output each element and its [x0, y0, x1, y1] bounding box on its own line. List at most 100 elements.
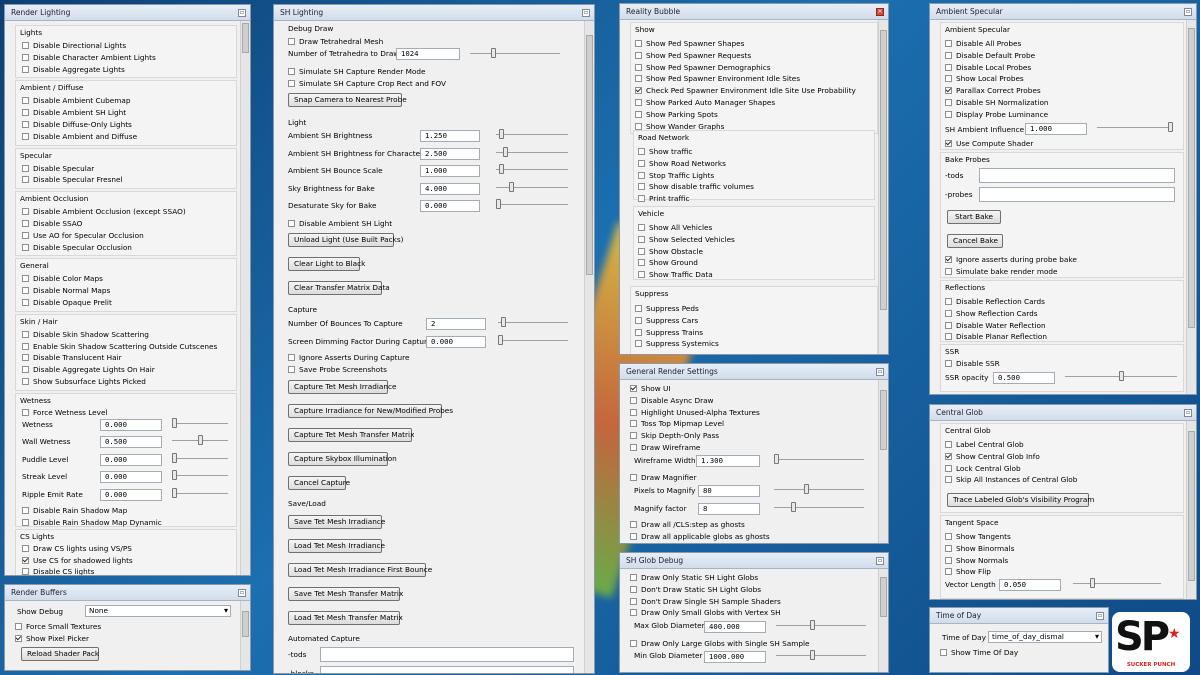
scrollbar-thumb[interactable]: [1188, 28, 1195, 328]
checkbox-item[interactable]: [638, 195, 645, 203]
wetness-slider-thumb[interactable]: [172, 452, 177, 463]
capture-action-button[interactable]: Cancel Capture: [288, 476, 350, 490]
light-action-button[interactable]: Clear Light to Black: [288, 257, 365, 271]
checkbox-item[interactable]: [630, 597, 637, 605]
checkbox-item[interactable]: [945, 110, 952, 118]
checkbox-item[interactable]: [22, 544, 29, 552]
wetness-value-field[interactable]: 0.500: [100, 436, 162, 449]
sim-render-mode-checkbox[interactable]: [288, 68, 295, 75]
checkbox-item[interactable]: [638, 247, 645, 255]
capture-value-field[interactable]: 2: [426, 318, 486, 330]
checkbox-item[interactable]: [635, 51, 642, 59]
panel-menu-icon[interactable]: ▫: [1184, 8, 1192, 16]
vector-length-field[interactable]: 0.050: [999, 579, 1061, 591]
vertical-scrollbar[interactable]: [878, 569, 888, 672]
checkbox-item[interactable]: [22, 556, 29, 564]
checkbox-item[interactable]: [945, 533, 952, 540]
checkbox-item[interactable]: [635, 110, 642, 118]
scrollbar-thumb[interactable]: [880, 30, 887, 310]
checkbox-item[interactable]: [945, 75, 952, 83]
checkbox-item[interactable]: [288, 365, 295, 373]
draw-magnifier-checkbox[interactable]: [630, 474, 637, 481]
checkbox-item[interactable]: [945, 87, 952, 95]
vertical-scrollbar[interactable]: [1186, 20, 1196, 394]
checkbox-item[interactable]: [638, 235, 645, 243]
checkbox-item[interactable]: [638, 271, 645, 279]
light-value-field[interactable]: 1.000: [420, 165, 480, 177]
wetness-value-field[interactable]: 0.000: [100, 453, 162, 466]
save-load-button[interactable]: Load Tet Mesh Irradiance: [288, 539, 385, 553]
sh-influence-field[interactable]: 1.000: [1025, 123, 1087, 135]
capture-action-button[interactable]: Capture Tet Mesh Transfer Matrix: [288, 428, 414, 442]
checkbox-item[interactable]: [22, 354, 29, 362]
checkbox-item[interactable]: [630, 408, 637, 416]
vertical-scrollbar[interactable]: [584, 21, 594, 673]
checkbox-item[interactable]: [22, 164, 29, 172]
vertical-scrollbar[interactable]: [878, 20, 888, 354]
checkbox-item[interactable]: [635, 87, 642, 95]
checkbox-item[interactable]: [630, 444, 637, 451]
max-glob-slider-thumb[interactable]: [810, 620, 815, 630]
checkbox-item[interactable]: [635, 340, 642, 348]
capture-action-button[interactable]: Capture Irradiance for New/Modified Prob…: [288, 404, 453, 418]
light-value-field[interactable]: 2.500: [420, 147, 480, 160]
light-action-button[interactable]: Unload Light (Use Built Packs): [288, 233, 404, 247]
checkbox-item[interactable]: [945, 544, 952, 552]
vertical-scrollbar[interactable]: [240, 601, 250, 670]
light-slider-thumb[interactable]: [499, 129, 505, 139]
pixels-magnify-field[interactable]: 80: [698, 485, 760, 497]
reload-shader-pack-button[interactable]: Reload Shader Pack: [21, 647, 99, 661]
checkbox-item[interactable]: [945, 63, 952, 71]
checkbox-item[interactable]: [22, 506, 29, 514]
checkbox-item[interactable]: [638, 259, 645, 267]
save-load-button[interactable]: Save Tet Mesh Transfer Matrix: [288, 587, 403, 601]
save-load-button[interactable]: Load Tet Mesh Transfer Matrix: [288, 611, 403, 625]
disable-ssr-checkbox[interactable]: [945, 360, 952, 367]
wetness-slider-thumb[interactable]: [197, 435, 203, 446]
draw-tet-mesh-checkbox[interactable]: [288, 38, 295, 45]
checkbox-item[interactable]: [22, 120, 29, 128]
checkbox-item[interactable]: [635, 40, 642, 47]
checkbox-item[interactable]: [945, 267, 952, 275]
capture-slider-thumb[interactable]: [498, 335, 503, 345]
sim-crop-checkbox[interactable]: [288, 80, 295, 87]
light-value-field[interactable]: 0.000: [420, 200, 480, 212]
checkbox-item[interactable]: [630, 532, 637, 540]
bake-tods-input[interactable]: [979, 168, 1175, 183]
checkbox-item[interactable]: [630, 574, 637, 581]
checkbox-item[interactable]: [22, 518, 29, 526]
checkbox-item[interactable]: [945, 298, 952, 305]
magnify-factor-slider-thumb[interactable]: [791, 502, 796, 512]
pixels-magnify-slider-thumb[interactable]: [803, 484, 809, 494]
checkbox-item[interactable]: [630, 420, 637, 428]
light-action-button[interactable]: Clear Transfer Matrix Data: [288, 281, 390, 295]
checkbox-item[interactable]: [22, 342, 29, 350]
checkbox-item[interactable]: [635, 316, 642, 324]
checkbox-item[interactable]: [945, 556, 952, 564]
save-load-button[interactable]: Load Tet Mesh Irradiance First Bounce: [288, 563, 432, 577]
light-slider-thumb[interactable]: [502, 146, 508, 157]
checkbox-item[interactable]: [945, 333, 952, 341]
checkbox-item[interactable]: [630, 521, 637, 528]
panel-menu-icon[interactable]: ▫: [1096, 612, 1104, 620]
checkbox-item[interactable]: [22, 97, 29, 105]
wetness-value-field[interactable]: 0.000: [100, 488, 162, 501]
light-slider-thumb[interactable]: [509, 181, 515, 192]
wireframe-width-field[interactable]: 1.300: [696, 455, 760, 467]
checkbox-item[interactable]: [635, 122, 642, 130]
trace-visibility-button[interactable]: Trace Labeled Glob's Visibility Program: [947, 493, 1094, 507]
checkbox-item[interactable]: [635, 328, 642, 336]
checkbox-item[interactable]: [635, 305, 642, 312]
time-of-day-dropdown[interactable]: time_of_day_dismal: [988, 631, 1102, 643]
checkbox-item[interactable]: [15, 623, 22, 630]
panel-menu-icon[interactable]: ▫: [238, 589, 246, 597]
checkbox-item[interactable]: [945, 464, 952, 472]
checkbox-item[interactable]: [638, 148, 645, 155]
wetness-slider-thumb[interactable]: [172, 470, 177, 481]
save-load-button[interactable]: Save Tet Mesh Irradiance: [288, 515, 385, 529]
checkbox-item[interactable]: [22, 330, 29, 338]
ssr-opacity-field[interactable]: 0.500: [993, 372, 1055, 384]
start-bake-button[interactable]: Start Bake: [947, 210, 1001, 224]
checkbox-item[interactable]: [22, 243, 29, 251]
magnify-factor-field[interactable]: 8: [698, 503, 760, 515]
